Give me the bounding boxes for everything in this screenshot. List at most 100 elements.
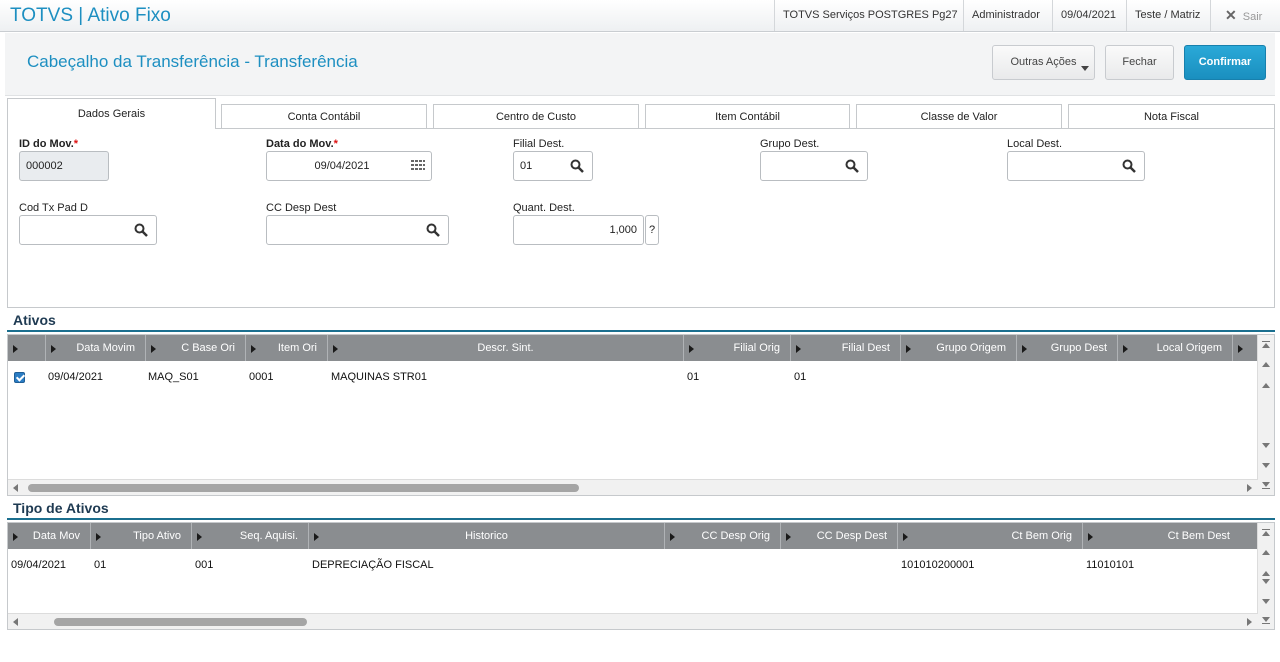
grupo-dest-label: Grupo Dest. <box>760 138 820 150</box>
page-header: Cabeçalho da Transferência - Transferênc… <box>5 33 1275 96</box>
table-row[interactable]: 09/04/2021 MAQ_S01 0001 MAQUINAS STR01 0… <box>8 366 1258 388</box>
close-button[interactable]: Fechar <box>1105 45 1174 80</box>
tab-nota-fiscal[interactable]: Nota Fiscal <box>1068 104 1275 128</box>
tab-centro-de-custo[interactable]: Centro de Custo <box>433 104 639 128</box>
company-label[interactable]: Teste / Matriz <box>1126 0 1208 31</box>
quant-label: Quant. Dest. <box>513 202 575 214</box>
cell-item-ori: 0001 <box>249 371 274 383</box>
cod-tx-label: Cod Tx Pad D <box>19 202 88 214</box>
cod-tx-field[interactable] <box>19 215 157 245</box>
local-dest-label: Local Dest. <box>1007 138 1063 150</box>
cell-ct-bem-dest: 11010101 <box>1086 559 1135 571</box>
id-mov-label: ID do Mov.* <box>19 138 79 150</box>
scroll-left-icon[interactable] <box>13 484 18 492</box>
cell-data-mov: 09/04/2021 <box>11 559 67 571</box>
col-tipo-ativo[interactable]: Tipo Ativo <box>91 523 192 549</box>
cell-tipo-ativo: 01 <box>94 559 107 571</box>
tipos-horizontal-scrollbar[interactable] <box>8 613 1258 629</box>
search-icon[interactable] <box>1122 159 1136 173</box>
col-filial-orig[interactable]: Filial Orig <box>684 335 791 361</box>
scroll-thumb[interactable] <box>28 484 579 492</box>
ativos-vertical-scrollbar[interactable] <box>1257 335 1274 495</box>
data-mov-label: Data do Mov.* <box>266 138 338 150</box>
exit-label: Sair <box>1242 11 1263 23</box>
col-data-mov[interactable]: Data Mov <box>8 523 91 549</box>
col-item-ori[interactable]: Item Ori <box>246 335 328 361</box>
quant-help-button[interactable]: ? <box>645 215 659 245</box>
cell-seq-aquisi: 001 <box>195 559 214 571</box>
ativos-horizontal-scrollbar[interactable] <box>8 479 1258 495</box>
cell-filial-orig: 01 <box>687 371 700 383</box>
local-dest-field[interactable] <box>1007 151 1145 181</box>
tab-item-contabil[interactable]: Item Contábil <box>645 104 850 128</box>
id-mov-field[interactable]: 000002 <box>19 151 109 181</box>
scroll-thumb[interactable] <box>54 618 307 626</box>
scroll-right-icon[interactable] <box>1247 618 1252 626</box>
ativos-grid: Data Movim C Base Ori Item Ori Descr. Si… <box>7 334 1275 496</box>
filial-dest-label: Filial Dest. <box>513 138 565 150</box>
data-mov-field[interactable]: 09/04/2021 <box>266 151 432 181</box>
ativos-section-title: Ativos <box>13 312 56 328</box>
col-grupo-origem[interactable]: Grupo Origem <box>901 335 1017 361</box>
search-icon[interactable] <box>570 159 584 173</box>
cell-c-base-ori: MAQ_S01 <box>148 371 199 383</box>
data-mov-value: 09/04/2021 <box>314 160 370 172</box>
page-title: Cabeçalho da Transferência - Transferênc… <box>27 52 358 71</box>
tipos-section-title: Tipo de Ativos <box>13 500 109 516</box>
date-label[interactable]: 09/04/2021 <box>1052 0 1124 31</box>
filial-dest-field[interactable]: 01 <box>513 151 593 181</box>
tab-conta-contabil[interactable]: Conta Contábil <box>221 104 427 128</box>
col-c-base-ori[interactable]: C Base Ori <box>146 335 246 361</box>
cell-filial-dest: 01 <box>794 371 807 383</box>
search-icon[interactable] <box>134 223 148 237</box>
col-cc-desp-dest[interactable]: CC Desp Dest <box>781 523 898 549</box>
cc-desp-label: CC Desp Dest <box>266 202 337 214</box>
tab-classe-de-valor[interactable]: Classe de Valor <box>856 104 1062 128</box>
col-historico[interactable]: Historico <box>309 523 665 549</box>
more-actions-label: Outras Ações <box>1010 56 1077 68</box>
tipos-grid: Data Mov Tipo Ativo Seq. Aquisi. Histori… <box>7 522 1275 630</box>
calendar-icon[interactable] <box>411 160 425 172</box>
ativos-divider <box>7 330 1275 332</box>
col-grupo-dest[interactable]: Grupo Dest <box>1017 335 1118 361</box>
col-filial-dest[interactable]: Filial Dest <box>791 335 901 361</box>
cell-descr-sint: MAQUINAS STR01 <box>331 371 427 383</box>
tab-panel-dados-gerais: ID do Mov.* 000002 Data do Mov.* 09/04/2… <box>7 128 1275 308</box>
tipos-vertical-scrollbar[interactable] <box>1257 523 1274 629</box>
top-bar: TOTVS | Ativo Fixo TOTVS Serviços POSTGR… <box>0 0 1280 32</box>
exit-button[interactable]: ✕ Sair <box>1210 0 1280 31</box>
col-ct-bem-orig[interactable]: Ct Bem Orig <box>898 523 1083 549</box>
app-title: TOTVS | Ativo Fixo <box>10 5 171 26</box>
ativos-grid-header: Data Movim C Base Ori Item Ori Descr. Si… <box>8 335 1258 361</box>
tipos-divider <box>7 518 1275 520</box>
search-icon[interactable] <box>845 159 859 173</box>
close-icon: ✕ <box>1225 7 1237 23</box>
grupo-dest-field[interactable] <box>760 151 868 181</box>
quant-field[interactable]: 1,000 <box>513 215 644 245</box>
cell-historico: DEPRECIAÇÃO FISCAL <box>312 559 434 571</box>
col-descr-sint[interactable]: Descr. Sint. <box>328 335 684 361</box>
environment-label[interactable]: TOTVS Serviços POSTGRES Pg27 <box>774 0 966 31</box>
more-actions-button[interactable]: Outras Ações <box>992 45 1095 80</box>
table-row[interactable]: 09/04/2021 01 001 DEPRECIAÇÃO FISCAL 101… <box>8 554 1258 576</box>
tab-dados-gerais[interactable]: Dados Gerais <box>7 98 216 129</box>
row-checkbox[interactable] <box>14 372 25 383</box>
chevron-down-icon <box>1081 66 1089 71</box>
filial-dest-value: 01 <box>520 160 533 172</box>
tipos-grid-header: Data Mov Tipo Ativo Seq. Aquisi. Histori… <box>8 523 1258 549</box>
col-more[interactable] <box>1233 335 1258 361</box>
col-seq-aquisi[interactable]: Seq. Aquisi. <box>192 523 309 549</box>
select-column-header[interactable] <box>8 335 46 361</box>
col-local-origem[interactable]: Local Origem <box>1118 335 1233 361</box>
cc-desp-field[interactable] <box>266 215 449 245</box>
cell-ct-bem-orig: 101010200001 <box>901 559 975 571</box>
cell-data-movim: 09/04/2021 <box>48 371 104 383</box>
scroll-left-icon[interactable] <box>13 618 18 626</box>
col-cc-desp-orig[interactable]: CC Desp Orig <box>665 523 781 549</box>
confirm-button[interactable]: Confirmar <box>1184 45 1266 80</box>
col-data-movim[interactable]: Data Movim <box>46 335 146 361</box>
col-ct-bem-dest[interactable]: Ct Bem Dest <box>1083 523 1258 549</box>
search-icon[interactable] <box>426 223 440 237</box>
user-label[interactable]: Administrador <box>963 0 1048 31</box>
scroll-right-icon[interactable] <box>1247 484 1252 492</box>
